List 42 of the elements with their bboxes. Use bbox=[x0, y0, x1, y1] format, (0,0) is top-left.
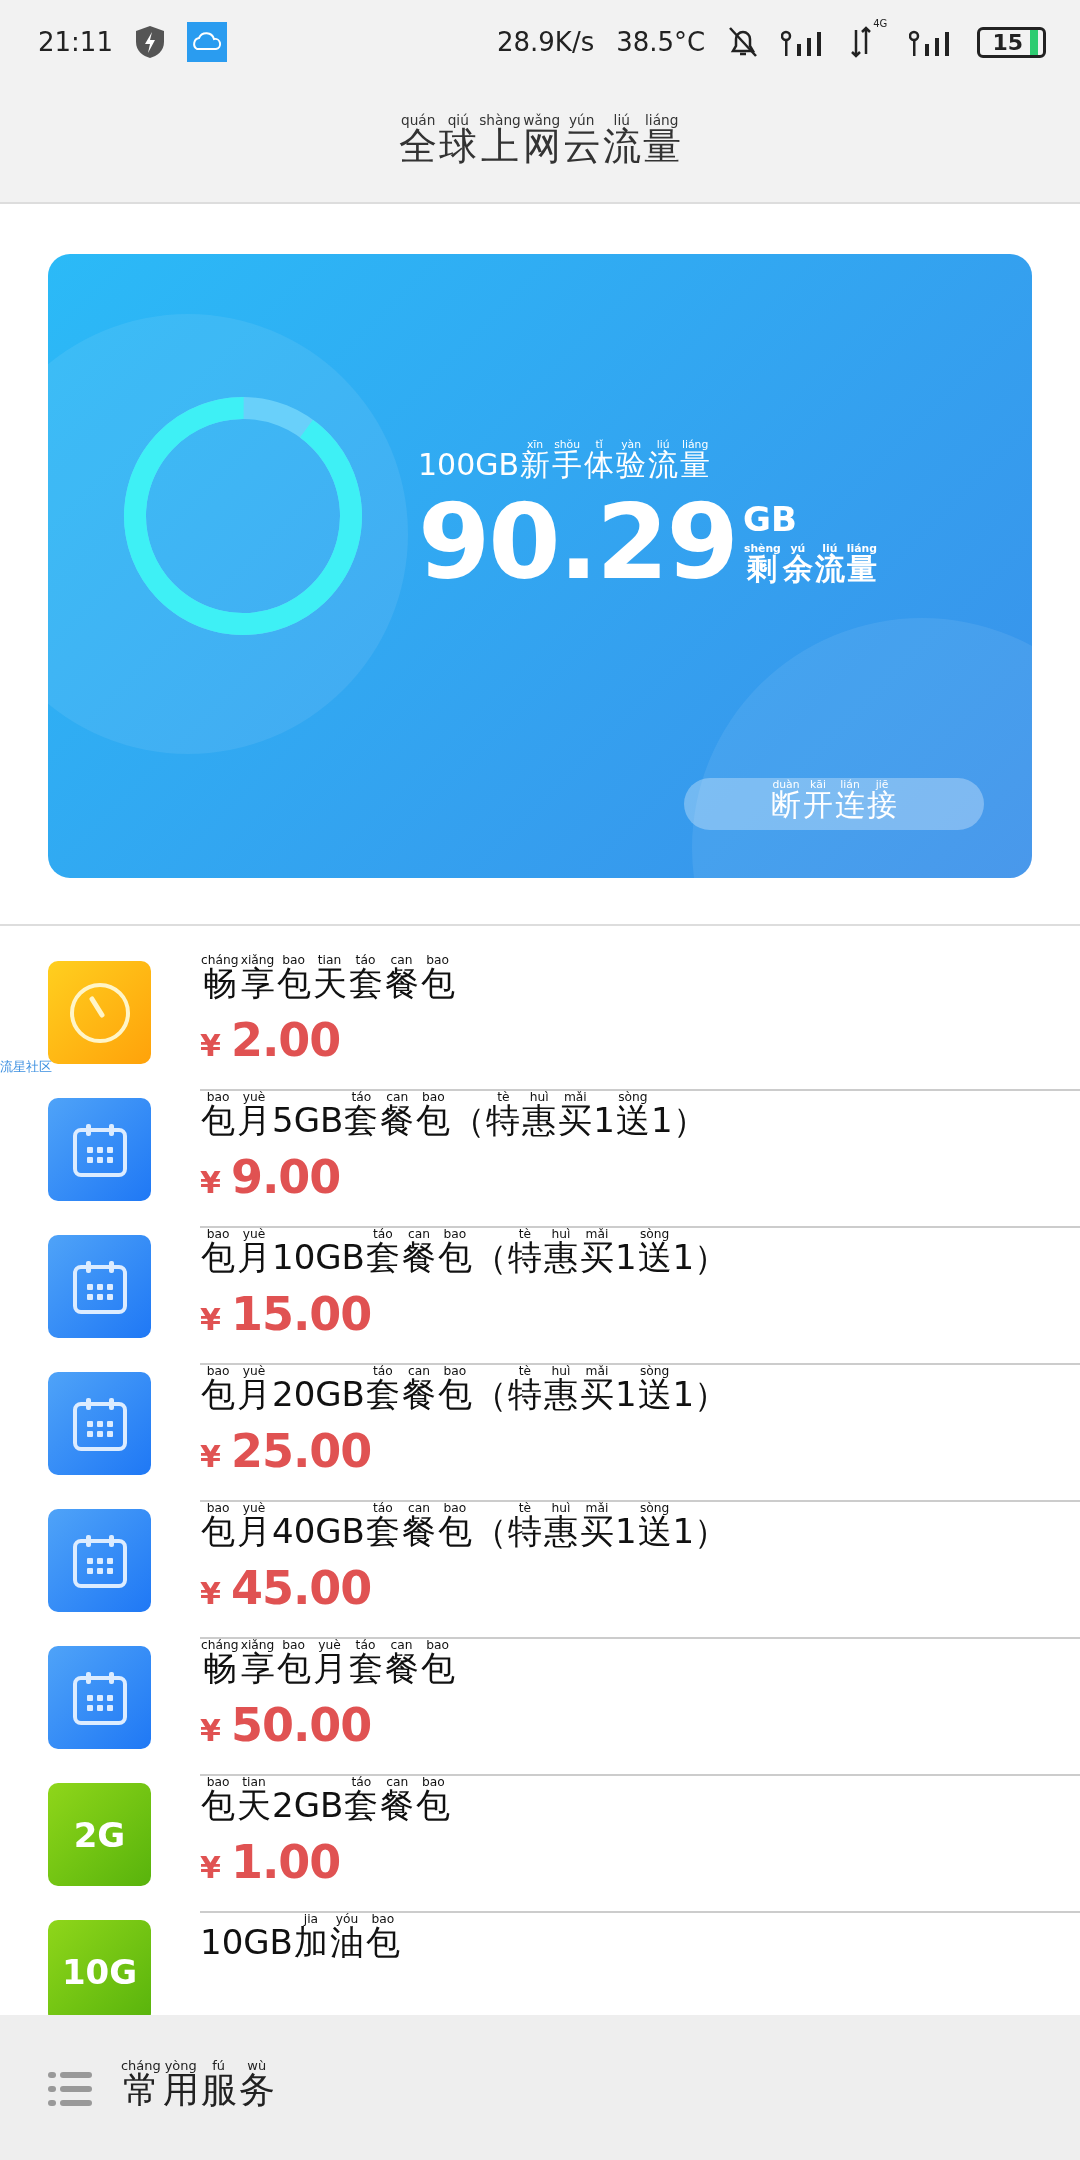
package-name[interactable]: 畅 cháng 享 xiǎng 包 bao 天 tian 套 táo 餐 can 包 bao bbox=[200, 954, 1080, 1007]
network-speed: 28.9K/s bbox=[496, 27, 595, 57]
package-price: 50.00 bbox=[230, 1698, 372, 1752]
shield-icon bbox=[134, 25, 165, 59]
package-price: 45.00 bbox=[230, 1561, 372, 1615]
bell-off-icon bbox=[727, 25, 760, 59]
package-name[interactable]: 包 bao 月 yuè 5GB套 táo 餐 can 包 bao （特 tè 惠 huì 买 mǎi 1送 sòng 1） bbox=[200, 1091, 1080, 1144]
clock-time: 21:11 bbox=[38, 27, 113, 57]
network-type: 4G bbox=[873, 18, 888, 29]
calendar-icon bbox=[48, 1372, 151, 1475]
package-name[interactable]: 10GB加 jia 油 yóu 包 bao bbox=[200, 1913, 1080, 1966]
currency-sign: ¥ bbox=[200, 1028, 221, 1063]
calendar-icon bbox=[48, 1646, 151, 1749]
package-name[interactable]: 包 bao 月 yuè 40GB套 táo 餐 can 包 bao （特 tè 惠 huì 买 mǎi 1送 sòng 1） bbox=[200, 1502, 1080, 1555]
floating-label[interactable]: 流星社区 bbox=[0, 1058, 52, 1076]
unit-label: GB bbox=[742, 498, 798, 539]
package-price: 25.00 bbox=[230, 1424, 372, 1478]
cloud-app-icon bbox=[186, 22, 227, 62]
package-price: 15.00 bbox=[230, 1287, 372, 1341]
package-price: 2.00 bbox=[230, 1013, 341, 1067]
package-name[interactable]: 畅 cháng 享 xiǎng 包 bao 月 yuè 套 táo 餐 can 包 bao bbox=[200, 1639, 1080, 1692]
battery-level: 15 bbox=[977, 26, 1046, 58]
calendar-icon bbox=[48, 1098, 151, 1201]
calendar-icon bbox=[48, 1235, 151, 1338]
page-title: 全 quán 球 qiú 上 shàng 网 wǎng 云 yún 流 liú 量 liáng bbox=[398, 114, 682, 170]
package-name[interactable]: 包 bao 月 yuè 20GB套 táo 餐 can 包 bao （特 tè 惠 huì 买 mǎi 1送 sòng 1） bbox=[200, 1365, 1080, 1418]
temperature: 38.5°C bbox=[616, 27, 706, 57]
package-name[interactable]: 包 bao 天 tian 2GB套 táo 餐 can 包 bao bbox=[200, 1776, 1080, 1829]
currency-sign: ¥ bbox=[200, 1713, 221, 1748]
remaining-amount: 90.29 bbox=[418, 489, 737, 594]
package-badge: 10G bbox=[48, 1920, 151, 2015]
package-name[interactable]: 包 bao 月 yuè 10GB套 táo 餐 can 包 bao （特 tè 惠 huì 买 mǎi 1送 sòng 1） bbox=[200, 1228, 1080, 1281]
package-badge: 2G bbox=[48, 1783, 151, 1886]
package-price: 9.00 bbox=[230, 1150, 341, 1204]
currency-sign: ¥ bbox=[200, 1302, 221, 1337]
currency-sign: ¥ bbox=[200, 1165, 221, 1200]
package-price: 1.00 bbox=[230, 1835, 341, 1889]
common-services-label[interactable]: 常 cháng 用 yòng 服 fú 务 wù bbox=[120, 2060, 276, 2115]
currency-sign: ¥ bbox=[200, 1439, 221, 1474]
currency-sign: ¥ bbox=[200, 1576, 221, 1611]
currency-sign: ¥ bbox=[200, 1850, 221, 1885]
calendar-icon bbox=[48, 1509, 151, 1612]
